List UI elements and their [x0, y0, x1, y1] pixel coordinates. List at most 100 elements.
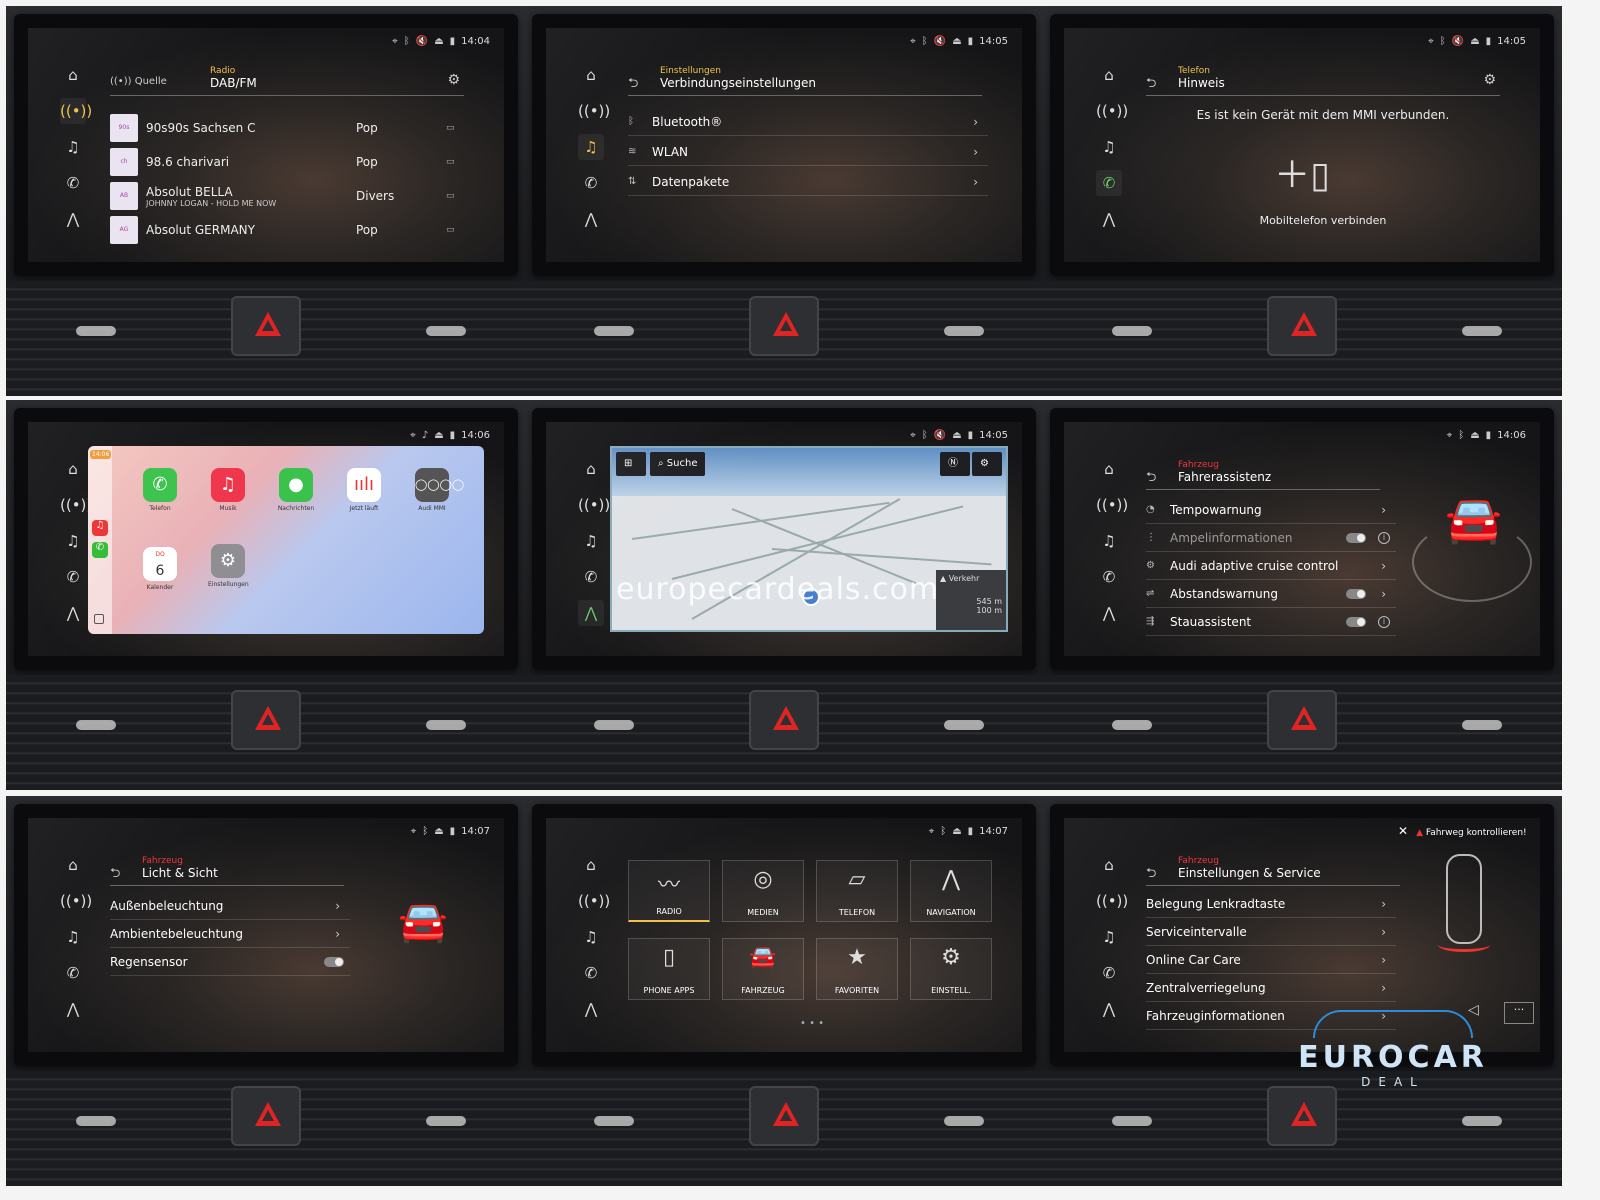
tile-phone[interactable]: ▱ TELEFON	[816, 860, 898, 922]
radio-icon[interactable]: ((•))	[578, 98, 610, 124]
app-audi-mmi[interactable]: ◯◯◯◯ Audi MMI	[412, 468, 464, 520]
app-nachrichten[interactable]: ● Nachrichten	[276, 468, 316, 520]
phone-icon[interactable]: ✆	[578, 564, 604, 590]
tile-vehicle[interactable]: 🚘 FAHRZEUG	[722, 938, 804, 1000]
radio-icon[interactable]: ((•))	[60, 98, 92, 124]
close-icon[interactable]: ✕	[1398, 824, 1408, 838]
navigation-icon[interactable]: ⋀	[1096, 996, 1122, 1022]
tile-radio[interactable]: 〰 RADIO	[628, 860, 710, 922]
home-icon[interactable]: ⌂	[1096, 62, 1122, 88]
map-menu-button[interactable]: ⊞	[616, 452, 646, 476]
home-icon[interactable]: ⌂	[578, 456, 604, 482]
menu-item-service-intervals[interactable]: Serviceintervalle ›	[1146, 918, 1396, 946]
toggle-switch[interactable]	[1346, 617, 1366, 627]
phone-bluetooth-icon[interactable]: ＋▯	[1064, 146, 1540, 198]
radio-icon[interactable]: ((•))	[1096, 492, 1128, 518]
menu-item-online-car-care[interactable]: Online Car Care ›	[1146, 946, 1396, 974]
hazard-button[interactable]	[231, 296, 301, 356]
radio-icon[interactable]: ((•))	[60, 888, 92, 914]
vent-knob[interactable]	[594, 1116, 634, 1126]
hazard-button[interactable]	[749, 690, 819, 750]
vent-knob[interactable]	[944, 1116, 984, 1126]
music-icon[interactable]: ♫	[1096, 528, 1122, 554]
home-icon[interactable]: ⌂	[578, 852, 604, 878]
vent-knob[interactable]	[594, 720, 634, 730]
toggle-switch[interactable]	[324, 957, 344, 967]
app-jetzt-laeuft[interactable]: ıılı Jetzt läuft	[344, 468, 384, 520]
home-icon[interactable]: ⌂	[60, 456, 86, 482]
navigation-icon[interactable]: ⋀	[578, 600, 604, 626]
grid-icon[interactable]	[94, 614, 104, 624]
navigation-icon[interactable]: ⋀	[1096, 206, 1122, 232]
vent-knob[interactable]	[1462, 720, 1502, 730]
music-icon[interactable]: ♫	[1096, 924, 1122, 950]
back-button[interactable]: ⮌	[1146, 74, 1156, 96]
music-icon[interactable]: ♫	[60, 528, 86, 554]
home-icon[interactable]: ⌂	[60, 62, 86, 88]
back-button[interactable]: ⮌	[110, 864, 120, 886]
menu-item-wlan[interactable]: ≋ WLAN ›	[628, 138, 988, 166]
menu-item-steering-button[interactable]: Belegung Lenkradtaste ›	[1146, 890, 1396, 918]
menu-item-speed-warning[interactable]: ◔ Tempowarnung ›	[1146, 496, 1396, 524]
hazard-button[interactable]	[1267, 690, 1337, 750]
compass-button[interactable]: Ⓝ	[940, 452, 970, 476]
vent-knob[interactable]	[76, 720, 116, 730]
home-icon[interactable]: ⌂	[578, 62, 604, 88]
list-item[interactable]: AG Absolut GERMANY Pop ▭	[110, 214, 464, 246]
info-icon[interactable]: i	[1378, 616, 1390, 628]
connect-phone-button[interactable]: Mobiltelefon verbinden	[1146, 214, 1500, 227]
map-settings-button[interactable]: ⚙	[972, 452, 1002, 476]
navigation-icon[interactable]: ⋀	[1096, 600, 1122, 626]
hazard-button[interactable]	[749, 1086, 819, 1146]
vent-knob[interactable]	[944, 326, 984, 336]
music-icon[interactable]: ♫	[60, 134, 86, 160]
menu-item-ambient-lighting[interactable]: Ambientebeleuchtung ›	[110, 920, 350, 948]
info-icon[interactable]: i	[1378, 532, 1390, 544]
radio-icon[interactable]: ((•))	[60, 492, 92, 518]
menu-item-distance-warning[interactable]: ⇌ Abstandswarnung ›	[1146, 580, 1396, 608]
vent-knob[interactable]	[76, 326, 116, 336]
vent-knob[interactable]	[1462, 1116, 1502, 1126]
menu-item-data-packages[interactable]: ⇅ Datenpakete ›	[628, 168, 988, 196]
phone-icon[interactable]: ✆	[578, 960, 604, 986]
hazard-button[interactable]	[231, 1086, 301, 1146]
vent-knob[interactable]	[1112, 1116, 1152, 1126]
search-button[interactable]: ⌕ Suche	[650, 452, 706, 476]
toggle-switch[interactable]	[1346, 589, 1366, 599]
phone-icon[interactable]: ✆	[60, 960, 86, 986]
tile-phone-apps[interactable]: ▯ PHONE APPS	[628, 938, 710, 1000]
navigation-icon[interactable]: ⋀	[60, 600, 86, 626]
tile-navigation[interactable]: ⋀ NAVIGATION	[910, 860, 992, 922]
vent-knob[interactable]	[426, 1116, 466, 1126]
list-item[interactable]: 90s 90s90s Sachsen C Pop ▭	[110, 112, 464, 144]
gear-icon[interactable]: ⚙	[447, 72, 460, 88]
radio-icon[interactable]: ((•))	[1096, 888, 1128, 914]
phone-icon[interactable]: ✆	[60, 564, 86, 590]
navigation-icon[interactable]: ⋀	[60, 996, 86, 1022]
music-dock-icon[interactable]: ♫	[92, 520, 108, 536]
app-musik[interactable]: ♫ Musik	[208, 468, 248, 520]
app-einstellungen[interactable]: ⚙ Einstellungen	[208, 544, 249, 596]
vent-knob[interactable]	[594, 326, 634, 336]
toggle-switch[interactable]	[1346, 533, 1366, 543]
phone-dock-icon[interactable]: ✆	[92, 542, 108, 558]
menu-item-traffic-jam-assist[interactable]: ⇶ Stauassistent i	[1146, 608, 1396, 636]
list-item[interactable]: AB Absolut BELLA JOHNNY LOGAN - HOLD ME N…	[110, 180, 464, 212]
app-kalender[interactable]: DO 6 Kalender	[140, 544, 180, 596]
menu-item-bluetooth[interactable]: ᛒ Bluetooth® ›	[628, 108, 988, 136]
navigation-icon[interactable]: ⋀	[60, 206, 86, 232]
menu-item-central-locking[interactable]: Zentralverriegelung ›	[1146, 974, 1396, 1002]
navigation-icon[interactable]: ⋀	[578, 996, 604, 1022]
hazard-button[interactable]	[749, 296, 819, 356]
list-item[interactable]: ch 98.6 charivari Pop ▭	[110, 146, 464, 178]
phone-icon[interactable]: ✆	[578, 170, 604, 196]
vent-knob[interactable]	[1112, 720, 1152, 730]
vent-knob[interactable]	[426, 326, 466, 336]
home-icon[interactable]: ⌂	[60, 852, 86, 878]
radio-icon[interactable]: ((•))	[578, 492, 610, 518]
hazard-button[interactable]	[231, 690, 301, 750]
vent-knob[interactable]	[1462, 326, 1502, 336]
traffic-item[interactable]: ▲ Verkehr	[940, 574, 1002, 583]
radio-icon[interactable]: ((•))	[1096, 98, 1128, 124]
home-icon[interactable]: ⌂	[1096, 456, 1122, 482]
